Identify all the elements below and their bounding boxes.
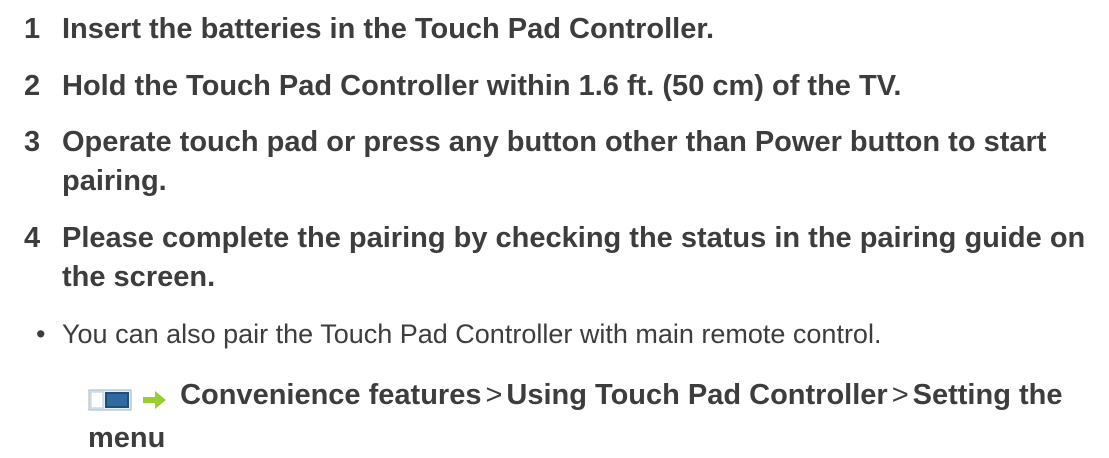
reference-link[interactable]: Convenience features > Using Touch Pad Con… [88,376,1098,458]
bullet-icon: • [36,319,46,349]
step-number: 1 [24,13,41,45]
step-text: Operate touch pad or press any button ot… [62,126,1047,197]
reference-item-touch-pad[interactable]: Using Touch Pad Controller [506,379,887,411]
step-number: 2 [24,70,41,102]
arrow-right-icon [143,391,167,410]
book-icon [88,389,132,411]
reference-item-convenience[interactable]: Convenience features [180,379,481,411]
step-number: 4 [24,222,41,254]
reference-icons [88,380,168,419]
reference-separator: > [485,379,503,411]
step-text: Please complete the pairing by checking … [62,222,1086,293]
step-number: 3 [24,126,41,158]
note-text: You can also pair the Touch Pad Controll… [62,319,882,349]
step-text: Insert the batteries in the Touch Pad Co… [62,13,715,45]
step-text: Hold the Touch Pad Controller within 1.6… [62,70,902,102]
reference-separator: > [891,379,909,411]
